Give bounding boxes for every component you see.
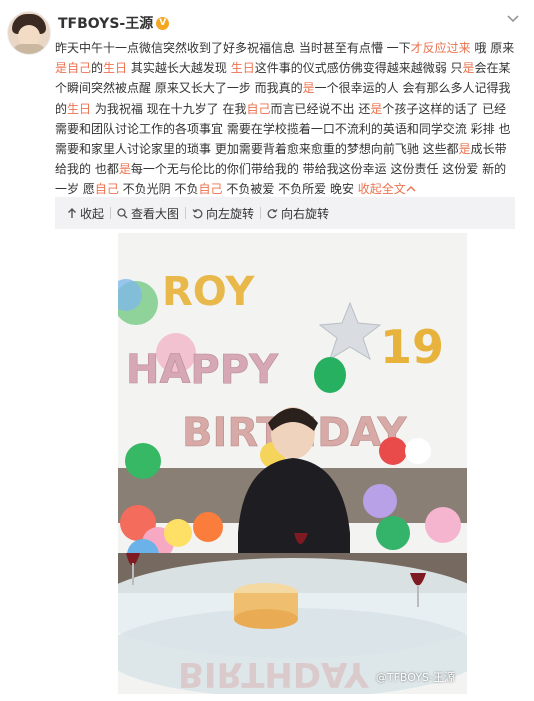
post-text-segment: 的 [91, 61, 104, 76]
birthday-photo-illustration: ROY 19 HAPPY BIRTHDAY [118, 233, 467, 694]
highlighted-keyword[interactable]: 自己 [198, 182, 222, 196]
chevron-up-icon [406, 182, 416, 196]
balloon-letters-roy: ROY [162, 269, 255, 315]
rotate-left-button[interactable]: 向左旋转 [192, 205, 260, 222]
highlighted-keyword[interactable]: 才反应过来 [411, 41, 471, 55]
divider [110, 207, 112, 219]
post-text-segment: 不负光阴 不负 [118, 182, 199, 197]
highlighted-keyword[interactable]: 自己 [246, 102, 270, 116]
collapse-full-text-label: 收起全文 [357, 182, 406, 197]
view-large-label: 查看大图 [131, 206, 180, 221]
arrow-up-icon [68, 207, 76, 218]
collapse-label: 收起 [80, 206, 105, 221]
highlighted-keyword[interactable]: 生日 [231, 61, 255, 75]
svg-text:BIRTHDAY: BIRTHDAY [178, 654, 369, 694]
post-text-segment: 昨天中午十一点微信突然收到了好多祝福信息 当时甚至有点懵 一下 [55, 41, 411, 55]
highlighted-keyword[interactable]: 是 [459, 142, 471, 156]
post-text: 昨天中午十一点微信突然收到了好多祝福信息 当时甚至有点懵 一下才反应过来 哦 原… [55, 38, 517, 200]
chevron-down-icon[interactable] [506, 12, 520, 28]
verified-badge-icon: V [156, 16, 170, 30]
post-text-segment: 而言已经说不出 还 [270, 101, 371, 116]
highlighted-keyword[interactable]: 是 [370, 102, 382, 116]
highlighted-keyword[interactable]: 是自己 [55, 61, 91, 75]
rotate-right-button[interactable]: 向右旋转 [267, 205, 335, 222]
collapse-full-text-link[interactable]: 收起全文 [358, 182, 416, 196]
post-text-segment: 这件事的仪式感仿佛变得越来越微弱 只 [254, 61, 463, 76]
highlighted-keyword[interactable]: 生日 [103, 61, 127, 75]
post-text-segment: 不负被爱 不负所爱 晚安 [222, 182, 358, 197]
post-text-segment: 为我祝福 现在十九岁了 在我 [91, 101, 247, 116]
rotate-left-label: 向左旋转 [206, 206, 255, 221]
highlighted-keyword[interactable]: 自己 [95, 182, 119, 196]
view-large-button[interactable]: 查看大图 [117, 205, 185, 222]
highlighted-keyword[interactable]: 是 [463, 61, 475, 75]
image-toolbar: 收起 查看大图 向左旋转 向右旋转 [55, 197, 515, 229]
rotate-right-icon [267, 208, 278, 218]
banner-happy: HAPPY [126, 347, 279, 393]
highlighted-keyword[interactable]: 是 [303, 81, 315, 95]
post-text-segment: 哦 原来 [470, 41, 515, 55]
search-icon [117, 207, 128, 218]
collapse-image-button[interactable]: 收起 [55, 205, 110, 222]
divider [185, 207, 187, 219]
post-text-segment: 其实越长大越发现 [127, 61, 231, 76]
rotate-right-label: 向右旋转 [281, 206, 330, 221]
user-header: TFBOYS-王源 V [58, 13, 170, 33]
divider [260, 207, 262, 219]
avatar[interactable] [7, 11, 51, 55]
username[interactable]: TFBOYS-王源 [58, 13, 153, 33]
balloon-number: 19 [380, 320, 444, 374]
highlighted-keyword[interactable]: 是 [119, 162, 131, 176]
highlighted-keyword[interactable]: 生日 [67, 102, 91, 116]
post-photo[interactable]: ROY 19 HAPPY BIRTHDAY @TFBOYS-王源 [118, 233, 467, 694]
rotate-left-icon [192, 208, 203, 218]
photo-watermark: @TFBOYS-王源 [375, 671, 455, 684]
